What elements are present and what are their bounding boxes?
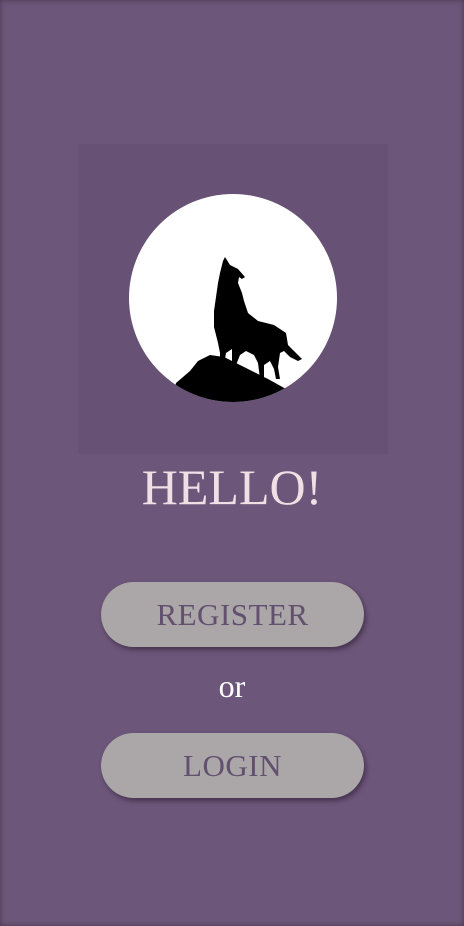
welcome-screen: HELLO! REGISTER or LOGIN <box>0 0 464 926</box>
separator-text: or <box>218 668 246 704</box>
greeting-title: HELLO! <box>141 459 323 515</box>
register-button[interactable]: REGISTER <box>101 582 364 647</box>
login-button[interactable]: LOGIN <box>101 733 364 798</box>
howling-wolf-moon-icon <box>129 194 337 402</box>
register-button-label: REGISTER <box>156 596 309 632</box>
login-button-label: LOGIN <box>183 747 282 783</box>
